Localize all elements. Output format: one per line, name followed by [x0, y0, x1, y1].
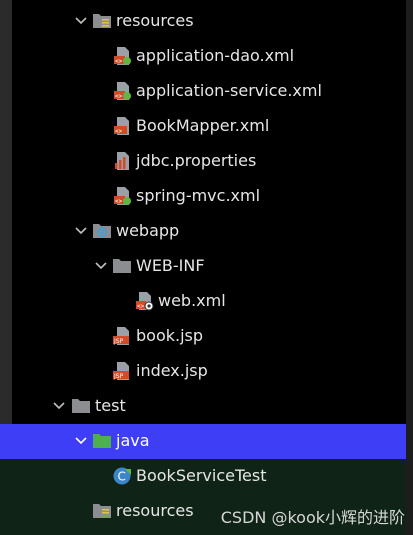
svg-text:<>: <>	[115, 128, 123, 135]
tree-item-label: jdbc.properties	[136, 151, 257, 170]
test-resources-folder-icon	[92, 501, 112, 521]
tree-item-book-jsp[interactable]: JSP book.jsp	[0, 319, 406, 354]
project-tree: resources <> application-dao.xml <> appl…	[0, 0, 413, 535]
folder-icon	[71, 396, 91, 416]
jsp-file-icon: JSP	[112, 326, 132, 346]
tree-item-web-inf[interactable]: WEB-INF	[0, 249, 406, 284]
tree-item-label: spring-mvc.xml	[136, 186, 261, 205]
tree-item-spring-mvc-xml[interactable]: <> spring-mvc.xml	[0, 179, 406, 214]
svg-text:<>: <>	[115, 58, 123, 65]
web-xml-file-icon: <>	[134, 291, 154, 311]
chevron-down-icon[interactable]	[74, 434, 88, 448]
jsp-file-icon: JSP	[112, 361, 132, 381]
svg-text:<>: <>	[115, 93, 123, 100]
resources-folder-icon	[92, 11, 112, 31]
tree-item-bookmapper-xml[interactable]: <> BookMapper.xml	[0, 109, 406, 144]
tree-item-label: java	[116, 431, 150, 450]
svg-text:JSP: JSP	[113, 338, 124, 345]
tree-item-web-xml[interactable]: <> web.xml	[0, 284, 406, 319]
test-class-icon: C	[112, 466, 132, 486]
tree-item-label: BookServiceTest	[136, 466, 267, 485]
tree-item-label: web.xml	[158, 291, 226, 310]
mybatis-xml-file-icon: <>	[112, 116, 132, 136]
folder-icon	[112, 256, 132, 276]
tree-item-label: book.jsp	[136, 326, 204, 345]
chevron-down-icon[interactable]	[52, 399, 66, 413]
tree-item-label: BookMapper.xml	[136, 116, 270, 135]
watermark: CSDN @kook小辉的进阶	[220, 508, 405, 527]
java-test-folder-icon	[92, 431, 112, 451]
tree-item-label: WEB-INF	[136, 256, 205, 275]
svg-text:C: C	[118, 470, 126, 484]
tree-item-label: application-dao.xml	[136, 46, 295, 65]
tree-item-jdbc-properties[interactable]: jdbc.properties	[0, 144, 406, 179]
tree-item-label: test	[95, 396, 126, 415]
tree-item-bookservicetest[interactable]: C BookServiceTest	[0, 459, 406, 494]
svg-text:JSP: JSP	[113, 373, 124, 380]
tree-item-test[interactable]: test	[0, 389, 406, 424]
tree-item-resources[interactable]: resources	[0, 4, 406, 39]
tree-item-label: resources	[116, 501, 194, 520]
svg-text:<>: <>	[115, 198, 123, 205]
properties-file-icon	[112, 151, 132, 171]
tree-item-webapp[interactable]: webapp	[0, 214, 406, 249]
chevron-down-icon[interactable]	[74, 224, 88, 238]
spring-xml-file-icon: <>	[112, 81, 132, 101]
spring-xml-file-icon: <>	[112, 46, 132, 66]
web-folder-icon	[92, 221, 112, 241]
tree-item-label: index.jsp	[136, 361, 208, 380]
tree-item-java[interactable]: java	[0, 424, 406, 459]
tree-item-application-dao-xml[interactable]: <> application-dao.xml	[0, 39, 406, 74]
tree-item-application-service-xml[interactable]: <> application-service.xml	[0, 74, 406, 109]
tree-item-label: application-service.xml	[136, 81, 322, 100]
spring-xml-file-icon: <>	[112, 186, 132, 206]
tree-item-index-jsp[interactable]: JSP index.jsp	[0, 354, 406, 389]
tree-item-label: webapp	[116, 221, 180, 240]
chevron-down-icon[interactable]	[74, 14, 88, 28]
tree-item-label: resources	[116, 11, 194, 30]
vertical-scrollbar[interactable]	[406, 0, 413, 535]
svg-text:<>: <>	[137, 303, 145, 310]
chevron-down-icon[interactable]	[94, 259, 108, 273]
